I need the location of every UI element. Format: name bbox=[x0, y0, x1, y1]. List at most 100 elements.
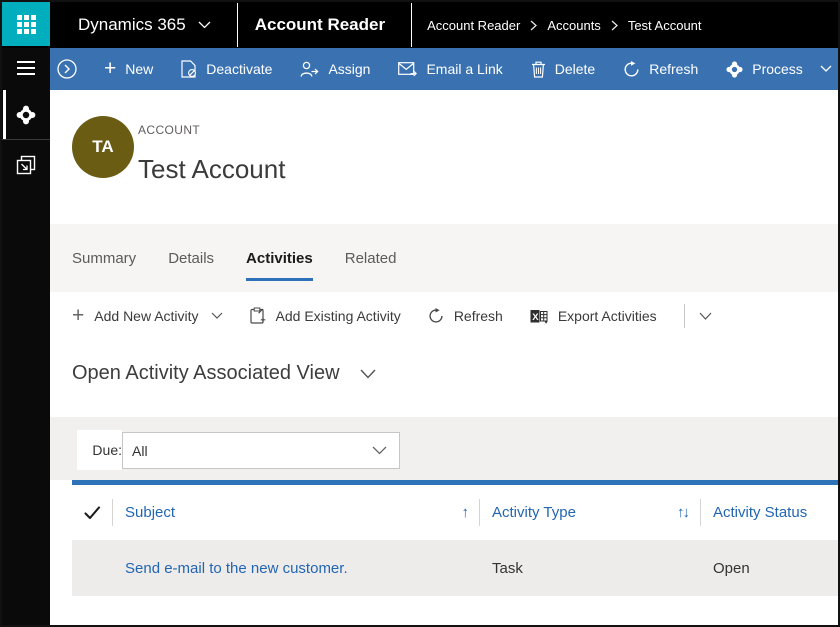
refresh-icon bbox=[623, 61, 640, 78]
assign-button[interactable]: Assign bbox=[286, 48, 384, 90]
breadcrumb-item-accounts[interactable]: Accounts bbox=[547, 18, 600, 33]
record-header: TA ACCOUNT Test Account bbox=[50, 90, 838, 224]
new-button[interactable]: + New bbox=[90, 48, 167, 90]
trash-icon bbox=[531, 61, 546, 78]
refresh-grid-label: Refresh bbox=[454, 308, 503, 324]
breadcrumb: Account Reader Accounts Test Account bbox=[427, 18, 701, 33]
view-selector-label: Open Activity Associated View bbox=[72, 362, 340, 385]
refresh-icon bbox=[428, 308, 444, 324]
process-gear-icon bbox=[726, 61, 743, 78]
view-selector[interactable]: Open Activity Associated View bbox=[72, 362, 376, 385]
assign-button-label: Assign bbox=[328, 61, 370, 77]
clipboard-add-icon bbox=[250, 307, 266, 325]
add-existing-activity-label: Add Existing Activity bbox=[276, 308, 401, 324]
product-switcher[interactable]: Dynamics 365 bbox=[78, 15, 211, 35]
sidebar-divider bbox=[2, 139, 50, 140]
process-button[interactable]: Process bbox=[712, 48, 840, 90]
refresh-grid-button[interactable]: Refresh bbox=[428, 308, 503, 324]
nav-divider bbox=[411, 3, 412, 47]
more-commands-button[interactable] bbox=[699, 312, 712, 321]
deactivate-button-label: Deactivate bbox=[206, 61, 272, 77]
toolbar-divider bbox=[684, 304, 685, 328]
column-header-activity-status[interactable]: Activity Status bbox=[701, 485, 838, 540]
tab-details[interactable]: Details bbox=[168, 238, 214, 281]
export-activities-button[interactable]: X Export Activities bbox=[530, 308, 657, 325]
chevron-down-icon bbox=[372, 446, 387, 455]
due-filter-dropdown[interactable]: All bbox=[122, 432, 400, 469]
chevron-down-icon bbox=[820, 65, 832, 73]
account-avatar: TA bbox=[72, 116, 134, 178]
add-new-activity-button[interactable]: + Add New Activity bbox=[72, 307, 223, 326]
main-content: TA ACCOUNT Test Account Summary Details … bbox=[50, 90, 838, 625]
deactivate-button[interactable]: Deactivate bbox=[167, 48, 286, 90]
sidebar-item-recent[interactable] bbox=[2, 142, 50, 188]
avatar-initials: TA bbox=[92, 137, 113, 157]
tab-summary[interactable]: Summary bbox=[72, 238, 136, 281]
column-header-activity-type[interactable]: Activity Type ↑↓ bbox=[480, 485, 700, 540]
waffle-icon bbox=[17, 15, 36, 34]
plus-icon: + bbox=[72, 305, 84, 326]
grid-header-row: Subject ↑ Activity Type ↑↓ Activity Stat… bbox=[72, 485, 838, 540]
process-button-label: Process bbox=[752, 61, 803, 77]
grid-row-1[interactable]: Send e-mail to the new customer. Task Op… bbox=[72, 540, 838, 596]
column-header-activity-type-label: Activity Type bbox=[492, 504, 576, 521]
row-subject-link[interactable]: Send e-mail to the new customer. bbox=[113, 560, 480, 577]
column-header-activity-status-label: Activity Status bbox=[713, 504, 807, 521]
dynamics-365-window: Dynamics 365 Account Reader Account Read… bbox=[0, 0, 840, 627]
command-bar-expand-button[interactable] bbox=[56, 58, 78, 80]
column-header-subject-label: Subject bbox=[125, 504, 175, 521]
sitemap-gear-icon bbox=[16, 105, 36, 125]
chevron-right-icon bbox=[530, 20, 537, 31]
product-name: Dynamics 365 bbox=[78, 15, 186, 35]
refresh-button[interactable]: Refresh bbox=[609, 48, 712, 90]
top-nav-bar: Dynamics 365 Account Reader Account Read… bbox=[2, 2, 838, 48]
column-header-subject[interactable]: Subject ↑ bbox=[113, 485, 479, 540]
checkmark-icon bbox=[84, 506, 101, 520]
add-new-activity-label: Add New Activity bbox=[94, 308, 198, 324]
tab-activities[interactable]: Activities bbox=[246, 238, 313, 281]
chevron-right-icon bbox=[611, 20, 618, 31]
delete-button-label: Delete bbox=[555, 61, 595, 77]
recent-pages-icon bbox=[16, 155, 36, 175]
breadcrumb-item-app[interactable]: Account Reader bbox=[427, 18, 520, 33]
sort-ascending-icon: ↑ bbox=[462, 504, 468, 521]
delete-button[interactable]: Delete bbox=[517, 48, 609, 90]
arrow-in-circle-icon bbox=[56, 58, 78, 80]
sidebar-item-sitemap[interactable] bbox=[2, 92, 50, 138]
export-activities-label: Export Activities bbox=[558, 308, 657, 324]
chevron-down-icon bbox=[198, 21, 211, 29]
email-a-link-button-label: Email a Link bbox=[426, 61, 502, 77]
new-button-label: New bbox=[125, 61, 153, 77]
grid-toolbar: + Add New Activity Add Existing Activity… bbox=[50, 292, 838, 340]
row-activity-type: Task bbox=[480, 560, 701, 577]
tab-related[interactable]: Related bbox=[345, 238, 397, 281]
app-title: Account Reader bbox=[255, 15, 385, 35]
sort-both-icon: ↑↓ bbox=[677, 504, 688, 521]
excel-export-icon: X bbox=[530, 308, 548, 325]
plus-icon: + bbox=[104, 58, 116, 79]
svg-text:X: X bbox=[532, 311, 539, 322]
form-tabs: Summary Details Activities Related bbox=[50, 224, 838, 292]
chevron-down-icon bbox=[699, 312, 712, 321]
breadcrumb-item-record[interactable]: Test Account bbox=[628, 18, 702, 33]
left-sidebar bbox=[2, 48, 50, 625]
deactivate-icon bbox=[181, 60, 197, 78]
chevron-down-icon bbox=[211, 312, 223, 320]
row-activity-status: Open bbox=[701, 560, 838, 577]
activities-grid: Subject ↑ Activity Type ↑↓ Activity Stat… bbox=[72, 480, 838, 625]
email-a-link-button[interactable]: Email a Link bbox=[384, 48, 516, 90]
chevron-down-icon bbox=[360, 369, 376, 379]
due-filter-label-box: Due: bbox=[77, 430, 122, 470]
email-icon bbox=[398, 62, 417, 77]
refresh-button-label: Refresh bbox=[649, 61, 698, 77]
select-all-checkbox[interactable] bbox=[72, 485, 112, 540]
record-title: Test Account bbox=[138, 154, 285, 185]
app-launcher-button[interactable] bbox=[2, 2, 50, 46]
due-filter-value: All bbox=[132, 443, 148, 459]
grid-filter-band: Due: All bbox=[50, 417, 838, 480]
add-existing-activity-button[interactable]: Add Existing Activity bbox=[250, 307, 401, 325]
hamburger-menu-button[interactable] bbox=[17, 61, 35, 79]
entity-type-label: ACCOUNT bbox=[138, 123, 200, 137]
assign-person-icon bbox=[300, 61, 319, 78]
nav-divider bbox=[237, 3, 238, 47]
